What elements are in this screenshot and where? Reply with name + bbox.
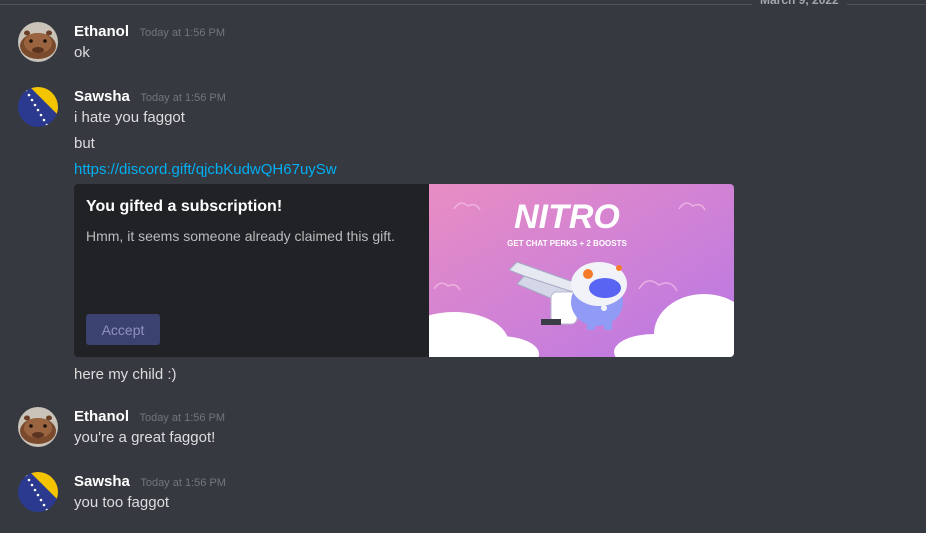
capybara-avatar-icon[interactable] bbox=[18, 22, 58, 62]
author-name[interactable]: Sawsha bbox=[74, 473, 130, 490]
message-group: Sawsha Today at 1:56 PM i hate you faggo… bbox=[0, 87, 926, 387]
nitro-logo: NITRO bbox=[514, 198, 620, 236]
message-text: here my child :) bbox=[74, 366, 177, 383]
author-name[interactable]: Ethanol bbox=[74, 23, 129, 40]
message-text: ok bbox=[74, 44, 90, 61]
nitro-tagline: GET CHAT PERKS + 2 BOOSTS bbox=[507, 239, 627, 248]
message-group: Ethanol Today at 1:56 PM ok bbox=[0, 22, 926, 66]
author-name[interactable]: Ethanol bbox=[74, 408, 129, 425]
author-name[interactable]: Sawsha bbox=[74, 88, 130, 105]
timestamp: Today at 1:56 PM bbox=[140, 92, 226, 104]
timestamp: Today at 1:56 PM bbox=[140, 477, 226, 489]
message-group: Ethanol Today at 1:56 PM you're a great … bbox=[0, 407, 926, 451]
bosnia-flag-avatar-icon[interactable] bbox=[18, 87, 58, 127]
capybara-avatar-icon[interactable] bbox=[18, 407, 58, 447]
timestamp: Today at 1:56 PM bbox=[139, 27, 226, 39]
timestamp: Today at 1:56 PM bbox=[139, 412, 226, 424]
gift-title: You gifted a subscription! bbox=[86, 198, 283, 215]
message-text: but bbox=[74, 135, 95, 152]
divider-date: March 9, 2022 bbox=[752, 0, 847, 8]
accept-button[interactable]: Accept bbox=[86, 314, 160, 345]
date-divider: March 9, 2022 bbox=[0, 0, 926, 8]
message-text: i hate you faggot bbox=[74, 109, 185, 126]
message-group: Sawsha Today at 1:56 PM you too faggot bbox=[0, 472, 926, 516]
message-text: you too faggot bbox=[74, 494, 170, 511]
nitro-art-image: NITRO GET CHAT PERKS + 2 BOOSTS bbox=[429, 184, 734, 357]
gift-embed: You gifted a subscription! Hmm, it seems… bbox=[74, 184, 734, 357]
message-text: you're a great faggot! bbox=[74, 429, 216, 446]
bosnia-flag-avatar-icon[interactable] bbox=[18, 472, 58, 512]
gift-description: Hmm, it seems someone already claimed th… bbox=[86, 228, 395, 244]
gift-link[interactable]: https://discord.gift/qjcbKudwQH67uySw bbox=[74, 161, 337, 178]
